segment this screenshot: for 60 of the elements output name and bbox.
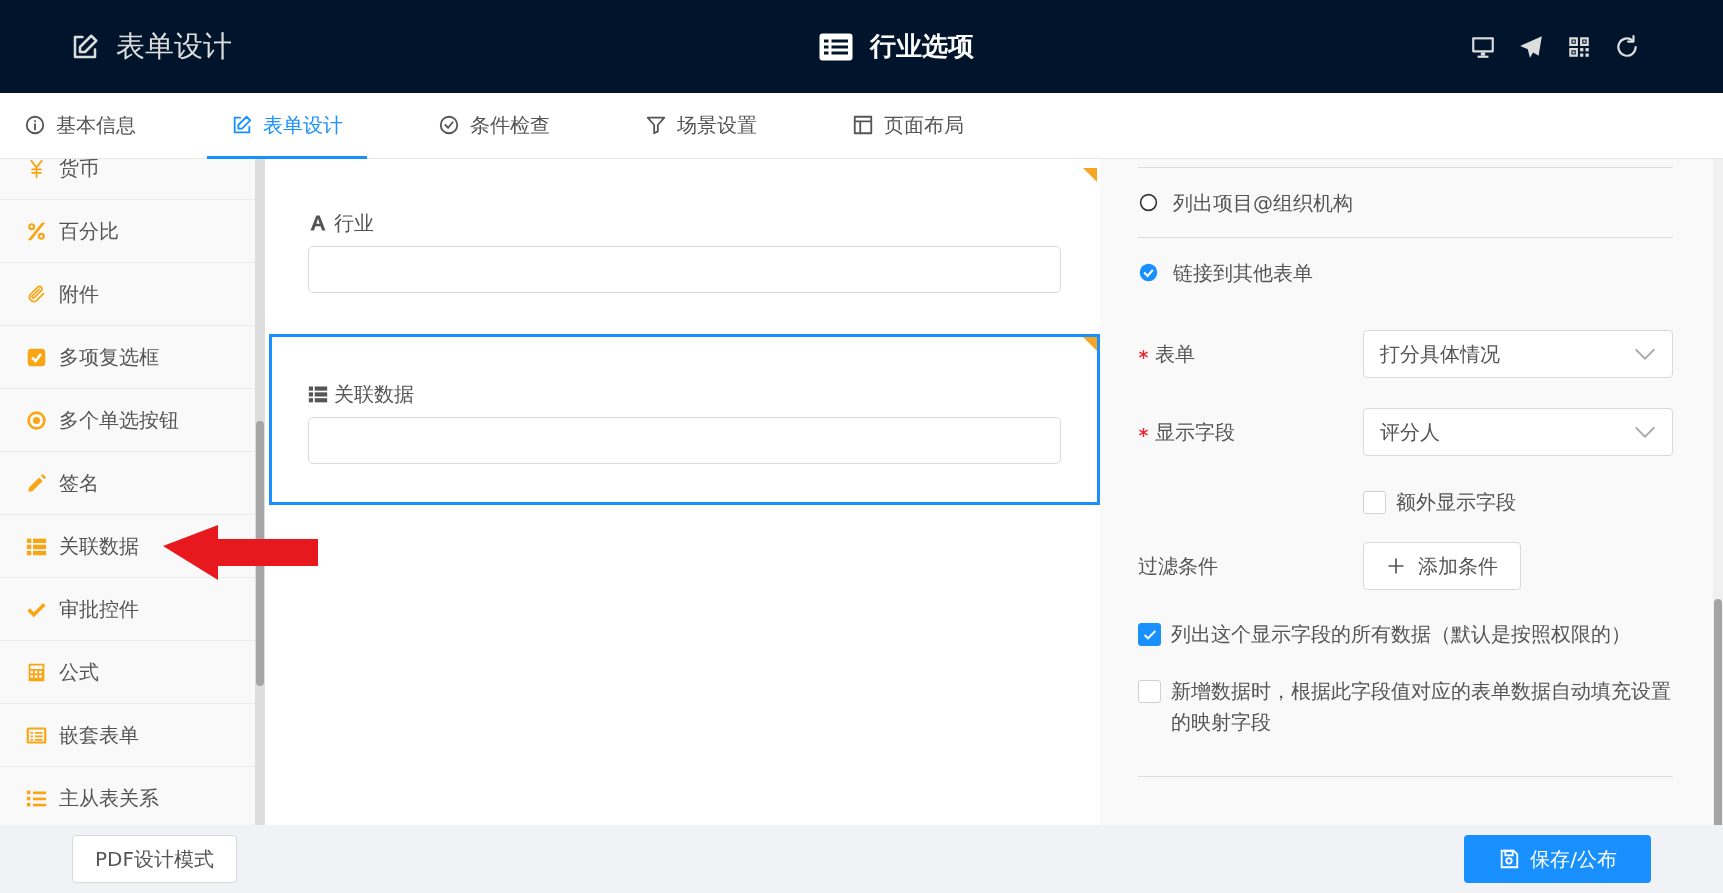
checkbox[interactable] <box>1138 680 1161 703</box>
form-icon <box>26 724 47 746</box>
sidebar-item[interactable]: 货币 <box>0 159 107 199</box>
info-icon <box>24 113 46 136</box>
list-icon <box>308 384 328 404</box>
sidebar-item[interactable]: 嵌套表单 <box>0 704 147 766</box>
scrollbar[interactable] <box>255 159 265 825</box>
option-label: 链接到其他表单 <box>1173 259 1313 287</box>
radio-button[interactable] <box>1138 262 1159 283</box>
sidebar-item[interactable]: 附件 <box>0 263 107 325</box>
checkbox[interactable] <box>1363 490 1386 514</box>
select-field[interactable]: 打分具体情况 <box>1363 330 1673 378</box>
field-label: 行业 <box>334 210 374 237</box>
text-icon <box>308 213 328 233</box>
tab[interactable]: 条件检查 <box>414 93 574 159</box>
calculator-icon <box>26 661 47 683</box>
layout-icon <box>852 113 874 136</box>
sidebar-item[interactable]: 签名 <box>0 452 107 514</box>
field-label: 关联数据 <box>334 381 414 408</box>
input-field[interactable] <box>308 246 1061 293</box>
checkbox-icon <box>26 346 47 368</box>
chevron-down-icon <box>1634 426 1656 438</box>
checkbox-label: 列出这个显示字段的所有数据（默认是按照权限的） <box>1171 621 1631 648</box>
checkbox[interactable] <box>1138 623 1161 646</box>
field-label: 过滤条件 <box>1138 554 1218 578</box>
chevron-down-icon <box>1634 348 1656 360</box>
field-label: 显示字段 <box>1155 419 1235 446</box>
check-circle-icon <box>438 113 460 136</box>
refresh-icon[interactable] <box>1614 33 1640 60</box>
pencil-icon <box>26 472 47 494</box>
paperclip-icon <box>26 283 47 305</box>
sidebar-item[interactable]: 多个单选按钮 <box>0 389 187 451</box>
input-field[interactable] <box>308 417 1061 464</box>
form-field-card[interactable]: 关联数据 <box>269 334 1100 505</box>
send-icon[interactable] <box>1518 33 1544 60</box>
save-icon <box>1498 848 1521 870</box>
page-title: 表单设计 <box>116 27 232 65</box>
pdf-mode-button[interactable]: PDF设计模式 <box>72 835 237 883</box>
sidebar-item[interactable]: 百分比 <box>0 200 127 262</box>
sidebar-item[interactable]: 公式 <box>0 641 107 703</box>
checkbox-label: 额外显示字段 <box>1396 489 1516 516</box>
sidebar-item[interactable]: 审批控件 <box>0 578 147 640</box>
sidebar-item[interactable]: 关联数据 <box>0 515 147 577</box>
tab[interactable]: 页面布局 <box>828 93 988 159</box>
checkbox-label: 新增数据时，根据此字段值对应的表单数据自动填充设置的映射字段 <box>1171 678 1672 736</box>
option-label: 列出项目@组织机构 <box>1173 189 1353 217</box>
tab[interactable]: 基本信息 <box>0 93 160 159</box>
form-title: 行业选项 <box>870 30 974 63</box>
select-field[interactable]: 评分人 <box>1363 408 1673 456</box>
sidebar-item[interactable]: 主从表关系 <box>0 767 167 825</box>
sidebar-item[interactable]: 多项复选框 <box>0 326 167 388</box>
plus-icon <box>1386 556 1406 576</box>
radio-icon <box>26 409 47 431</box>
edit-icon <box>231 113 253 136</box>
tab[interactable]: 场景设置 <box>621 93 781 159</box>
field-label: 表单 <box>1155 341 1195 368</box>
percent-icon <box>26 220 47 242</box>
scrollbar[interactable] <box>1713 159 1723 825</box>
radio-button[interactable] <box>1138 192 1159 213</box>
add-condition-button[interactable]: 添加条件 <box>1363 542 1521 590</box>
